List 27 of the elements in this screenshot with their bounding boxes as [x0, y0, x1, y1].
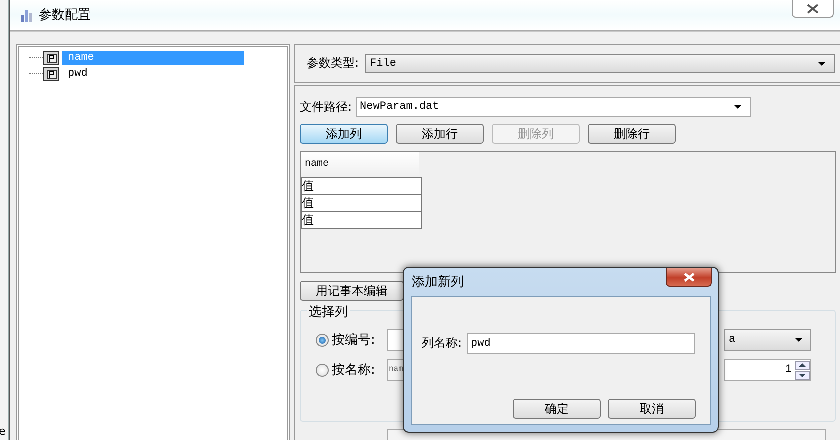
column-dropdown[interactable]: a: [724, 329, 811, 351]
file-path-combo[interactable]: NewParam.dat: [356, 97, 752, 117]
group-title: 选择列: [307, 303, 350, 321]
toolbar-button[interactable]: 添加列: [300, 124, 388, 144]
dropdown-value: a: [729, 334, 736, 346]
notepad-edit-button[interactable]: 用记事本编辑: [300, 281, 404, 301]
number-spinner[interactable]: 1: [724, 359, 811, 381]
table-cell: 值: [301, 212, 422, 229]
parameter-type-label: 参数类型:: [307, 55, 360, 72]
radio-label: 按名称:: [332, 362, 376, 379]
toolbar-button[interactable]: 添加行: [396, 124, 484, 144]
table-cell: 值: [301, 195, 422, 212]
table-cell: 值: [301, 177, 422, 195]
select-value: File: [370, 58, 396, 70]
column-name-input[interactable]: pwd: [467, 333, 696, 354]
parameter-type-select[interactable]: File: [365, 54, 836, 73]
column-name-label: 列名称:: [422, 335, 462, 352]
toolbar-button[interactable]: 删除行: [588, 124, 676, 144]
dialog-title: 添加新列: [412, 274, 464, 291]
file-path-label: 文件路径:: [300, 98, 352, 116]
window-title: 参数配置: [39, 7, 91, 24]
combo-value: NewParam.dat: [360, 101, 440, 113]
radio-label: 按编号:: [332, 332, 376, 349]
spinner-value: 1: [785, 364, 792, 376]
tree-item[interactable]: pwd: [62, 67, 244, 81]
dialog-button[interactable]: 取消: [608, 399, 696, 419]
dialog-button[interactable]: 确定: [513, 399, 601, 419]
